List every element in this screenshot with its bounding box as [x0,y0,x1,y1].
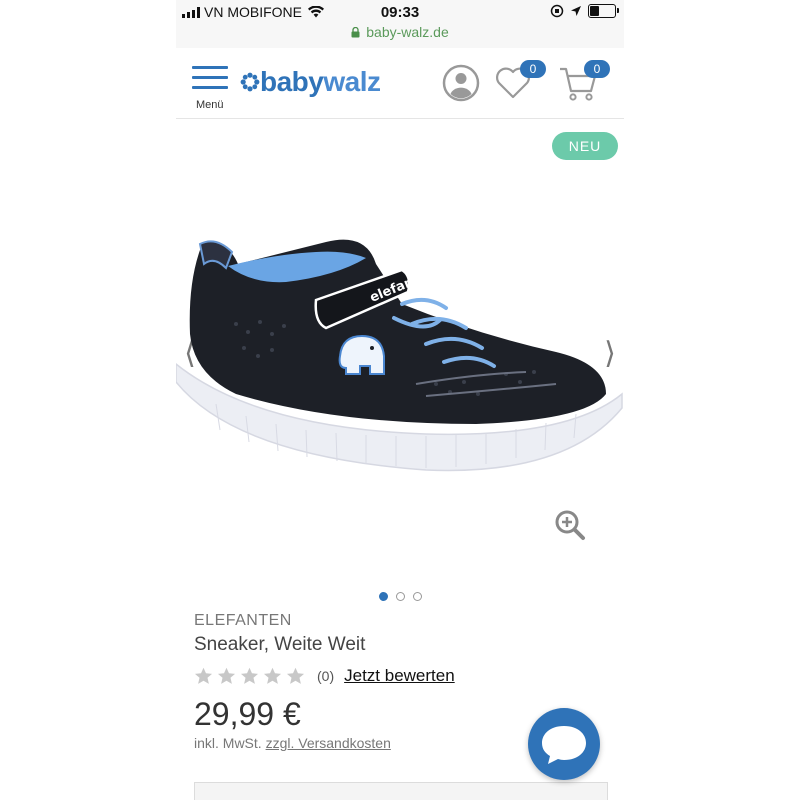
rate-product-link[interactable]: Jetzt bewerten [344,666,455,686]
battery-fill [590,6,600,16]
star-icon [217,667,236,684]
status-bar: VN MOBIFONE 09:33 baby-walz.de [176,0,624,49]
menu-icon-bar [192,86,228,89]
product-options-box[interactable] [194,782,608,800]
logo-baby: baby [260,66,324,97]
gallery-dot-3[interactable] [412,592,422,601]
logo-walz: walz [323,66,381,97]
product-gallery: NEU ⟨ ⟩ elefan [176,119,624,609]
chat-button[interactable] [528,708,600,780]
zoom-button[interactable] [554,509,586,541]
tax-label: inkl. MwSt. [194,735,266,751]
flower-logo-icon [240,72,260,92]
rating-count: (0) [317,668,335,684]
rating-stars [194,667,305,685]
star-icon [194,667,213,684]
chat-bubble-icon [542,726,586,764]
menu-icon [192,66,228,69]
gallery-dot-2[interactable] [395,592,405,601]
product-rating: (0) Jetzt bewerten [194,666,614,686]
status-right [550,4,619,18]
orientation-lock-icon [550,4,564,18]
product-image-sneaker[interactable]: elefan [176,224,624,484]
cart-count-badge: 0 [584,60,610,78]
gallery-dot-1[interactable] [378,592,388,601]
shipping-costs-link[interactable]: zzgl. Versandkosten [266,735,391,751]
url-text: baby-walz.de [366,24,449,40]
wishlist-count-badge: 0 [520,60,546,78]
account-button[interactable] [442,64,480,102]
phone-screen: VN MOBIFONE 09:33 baby-walz.de Menü baby… [176,0,624,800]
site-header: Menü babywalz 0 0 [176,48,624,119]
battery-icon [588,4,619,18]
account-icon [442,64,480,102]
url-bar[interactable]: baby-walz.de [176,24,624,40]
logo-text: babywalz [260,66,381,98]
location-icon [571,6,581,16]
star-icon [263,667,282,684]
cart-button[interactable]: 0 [558,60,610,104]
logo[interactable]: babywalz [240,62,381,102]
new-badge: NEU [552,132,618,160]
menu-label: Menü [196,99,224,111]
menu-icon-bar [192,76,228,79]
lock-icon [351,26,360,37]
zoom-icon [555,510,585,540]
gallery-pagination [176,592,624,601]
product-brand: ELEFANTEN [194,612,292,629]
star-icon [286,667,305,684]
product-name: Sneaker, Weite Weit [194,634,366,655]
star-icon [240,667,259,684]
wishlist-button[interactable]: 0 [494,60,546,104]
